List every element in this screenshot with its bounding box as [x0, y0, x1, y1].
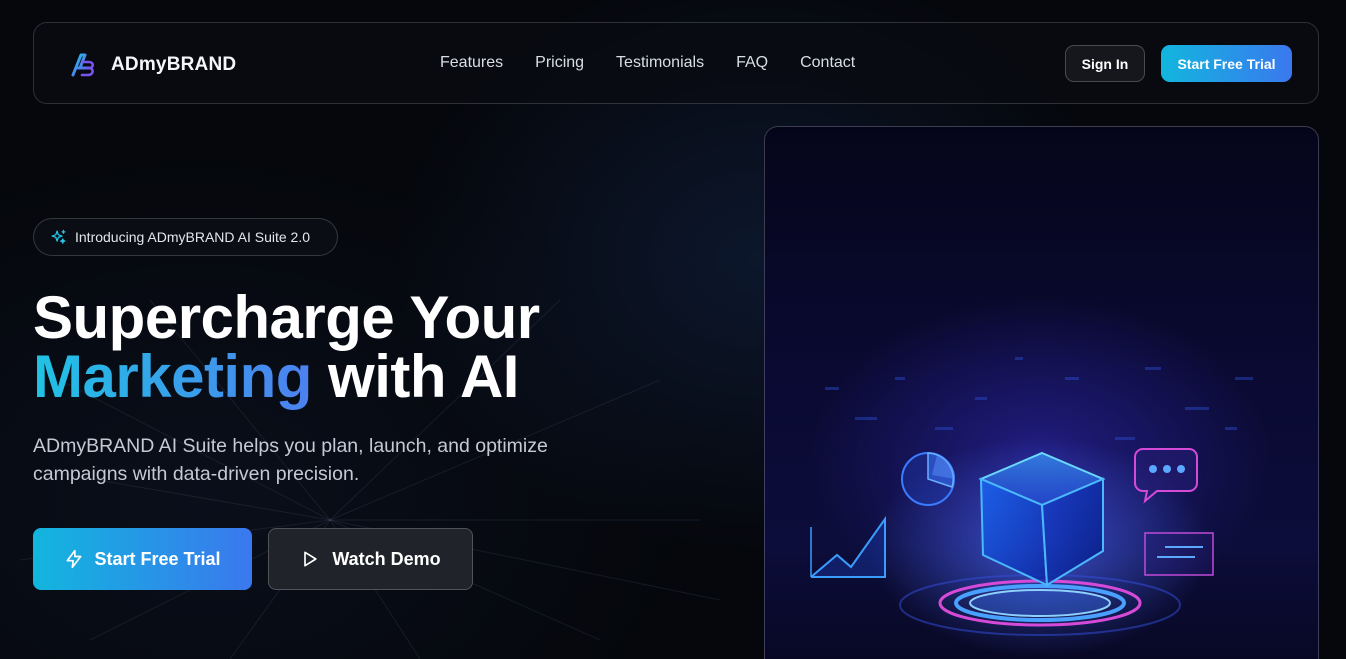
headline-rest: with AI — [311, 343, 519, 410]
cta-secondary-label: Watch Demo — [332, 548, 441, 569]
nav-link-testimonials[interactable]: Testimonials — [616, 54, 704, 72]
sign-in-button[interactable]: Sign In — [1065, 45, 1145, 82]
nav-link-faq[interactable]: FAQ — [736, 54, 768, 72]
brand-logo-icon — [71, 53, 95, 77]
ai-cube-illustration — [810, 357, 1253, 657]
headline-line1: Supercharge Your — [33, 284, 540, 351]
nav-link-features[interactable]: Features — [440, 54, 503, 72]
watch-demo-button[interactable]: Watch Demo — [268, 528, 473, 590]
play-icon — [304, 551, 317, 567]
brand[interactable]: ADmyBRAND — [69, 51, 236, 79]
announcement-badge[interactable]: Introducing ADmyBRAND AI Suite 2.0 — [33, 218, 338, 256]
brand-name: ADmyBRAND — [111, 54, 237, 75]
nav-link-pricing[interactable]: Pricing — [535, 54, 584, 72]
hero-subtitle: ADmyBRAND AI Suite helps you plan, launc… — [33, 435, 548, 485]
nav-link-contact[interactable]: Contact — [800, 54, 855, 72]
sparkles-icon — [51, 229, 66, 244]
hero-headline: Supercharge Your Marketing with AI — [33, 288, 713, 407]
start-free-trial-button[interactable]: Start Free Trial — [33, 528, 252, 590]
headline-highlight: Marketing — [33, 343, 312, 410]
main-menu: Features Pricing Testimonials FAQ Contac… — [440, 54, 855, 72]
cta-primary-label: Start Free Trial — [94, 548, 221, 569]
top-navbar: ADmyBRAND Features Pricing Testimonials … — [33, 22, 1319, 104]
nav-start-trial-button[interactable]: Start Free Trial — [1161, 45, 1292, 82]
hero-illustration — [764, 126, 1319, 659]
lightning-icon — [66, 549, 82, 569]
badge-text: Introducing ADmyBRAND AI Suite 2.0 — [75, 229, 310, 245]
